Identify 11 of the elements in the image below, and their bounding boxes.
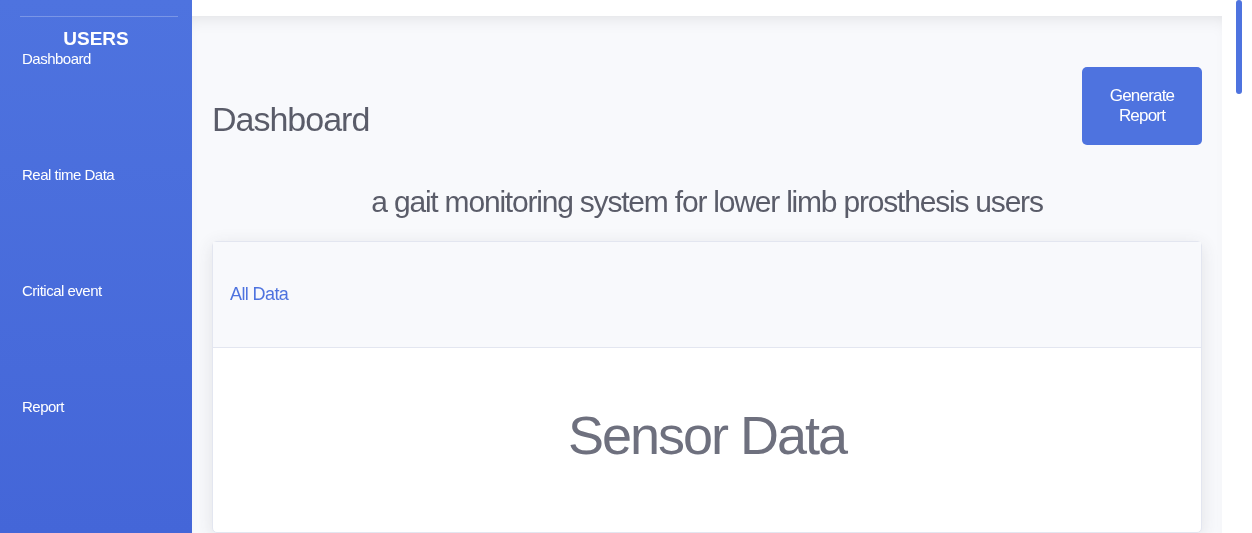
- sidebar-item[interactable]: Critical event: [0, 282, 102, 398]
- scrollbar-thumb[interactable]: [1236, 0, 1242, 94]
- sidebar-item[interactable]: Report: [0, 398, 65, 514]
- subtitle: a gait monitoring system for lower limb prosthesis users: [370, 185, 1044, 219]
- sidebar-item[interactable]: Real time Data: [0, 166, 115, 282]
- sidebar-heading: USERS: [63, 28, 129, 50]
- sidebar-item[interactable]: Dashboard: [0, 50, 91, 166]
- card-title: Sensor Data: [567, 404, 847, 466]
- generate-report-button[interactable]: Generate Report: [1082, 67, 1202, 145]
- page-title: Dashboard: [212, 100, 370, 139]
- all-data-link[interactable]: All Data: [230, 284, 289, 305]
